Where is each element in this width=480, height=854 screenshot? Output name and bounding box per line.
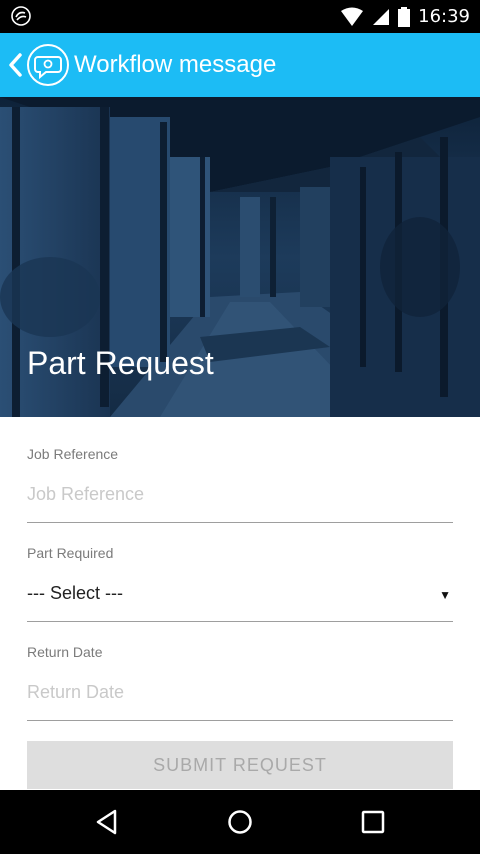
battery-icon bbox=[398, 7, 411, 27]
dropdown-caret-icon[interactable]: ▼ bbox=[439, 588, 451, 602]
status-bar: 16:39 bbox=[0, 0, 480, 33]
status-time: 16:39 bbox=[418, 6, 470, 27]
return-date-label: Return Date bbox=[27, 644, 103, 660]
chat-logo-icon bbox=[27, 44, 69, 86]
hero-title: Part Request bbox=[27, 345, 214, 381]
app-bar: Workflow message bbox=[0, 33, 480, 97]
nav-back-icon[interactable] bbox=[93, 808, 121, 836]
signal-icon bbox=[373, 9, 390, 25]
return-date-input[interactable]: Return Date bbox=[27, 682, 453, 703]
job-reference-input[interactable]: Job Reference bbox=[27, 484, 453, 505]
job-reference-underline bbox=[27, 522, 453, 523]
nav-home-icon[interactable] bbox=[226, 808, 254, 836]
job-reference-label: Job Reference bbox=[27, 446, 119, 462]
app-bar-title: Workflow message bbox=[74, 51, 277, 78]
submit-request-button[interactable]: SUBMIT REQUEST bbox=[27, 741, 453, 789]
return-date-underline bbox=[27, 720, 453, 721]
notification-app-icon bbox=[11, 6, 31, 26]
part-required-label: Part Required bbox=[27, 545, 114, 561]
back-arrow-icon[interactable] bbox=[6, 51, 24, 79]
hero-banner: Part Request bbox=[0, 97, 480, 417]
wifi-icon bbox=[341, 7, 364, 26]
nav-recents-icon[interactable] bbox=[359, 808, 387, 836]
part-required-underline bbox=[27, 621, 453, 622]
system-nav-bar bbox=[0, 790, 480, 854]
part-required-select[interactable]: --- Select --- bbox=[27, 583, 453, 604]
